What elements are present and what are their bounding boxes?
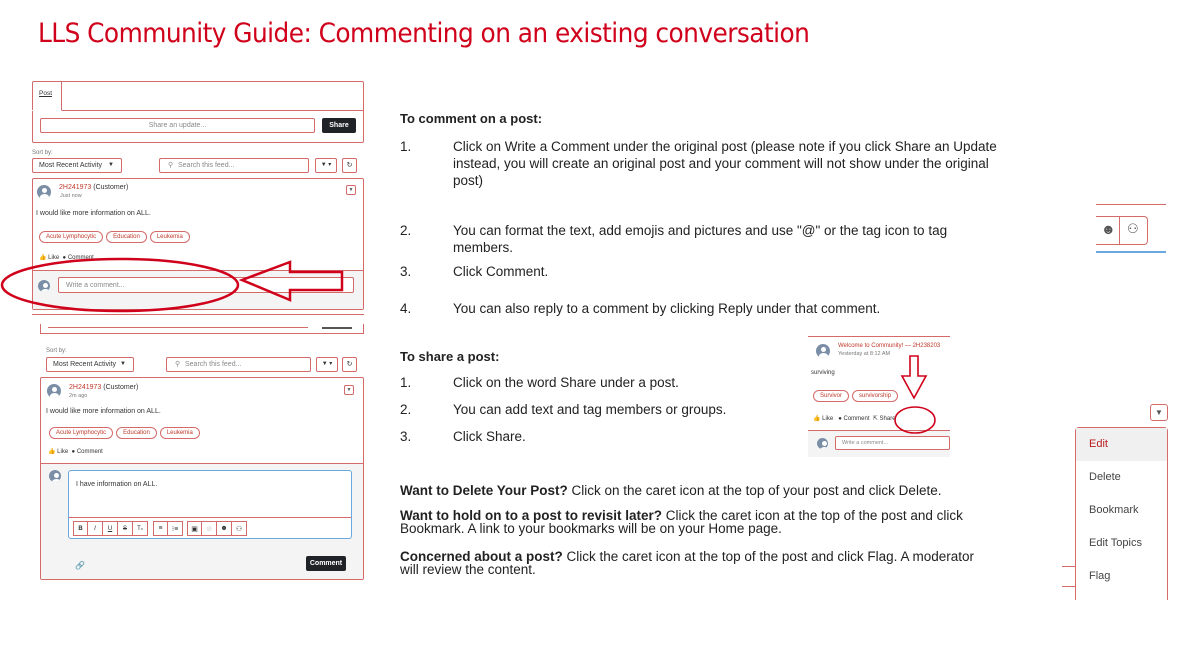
post-author: 2H241973 (Customer) (59, 184, 129, 191)
topic-list: Acute Lymphocytic Education Leukemia (49, 427, 203, 439)
screenshot-share: Welcome to Community! — 2H238203 Yesterd… (808, 333, 950, 457)
numbered-list-button[interactable]: ⁝≡ (168, 521, 183, 536)
share-ellipse (894, 406, 936, 434)
chevron-down-icon: ▼ (120, 361, 126, 367)
search-icon: ⚲ (175, 361, 181, 368)
menu-item-edit[interactable]: Edit (1076, 428, 1167, 461)
sort-label: Sort by: (32, 150, 53, 156)
italic-button[interactable]: I (88, 521, 103, 536)
tab-post-label: Post (39, 90, 53, 97)
toolbar-group-insert: ▣ ⊘ ☻ ⚇ (187, 521, 247, 536)
sort-label: Sort by: (46, 348, 67, 354)
underline-button[interactable]: U (103, 521, 118, 536)
post-caret-button[interactable]: ▼ (346, 185, 356, 195)
menu-item-delete[interactable]: Delete (1076, 461, 1167, 494)
strikethrough-button[interactable]: S (118, 521, 133, 536)
comment-bubble-icon: ● (71, 449, 76, 455)
caret-menu: Edit Delete Bookmark Edit Topics Flag (1075, 427, 1168, 600)
comment-submit-button[interactable]: Comment (306, 556, 346, 571)
tab-post[interactable]: Post (32, 81, 62, 111)
filter-button[interactable]: ▼ ▾ (315, 158, 337, 173)
commenter-avatar (49, 470, 61, 482)
tip-bookmark: Want to hold on to a post to revisit lat… (400, 508, 963, 536)
menu-item-edit-topics[interactable]: Edit Topics (1076, 527, 1167, 560)
sort-dropdown[interactable]: Most Recent Activity ▼ (32, 158, 122, 173)
caret-down-icon: ▼ (346, 387, 352, 393)
topic-pill[interactable]: Leukemia (159, 427, 200, 439)
link-button[interactable]: ⊘ (202, 521, 217, 536)
share-annotation (894, 355, 936, 434)
tip-delete: Want to Delete Your Post? Click on the c… (400, 483, 942, 498)
refresh-button[interactable]: ↻ (342, 357, 357, 372)
post-caret-button[interactable]: ▼ (344, 385, 354, 395)
clear-format-button[interactable]: Tx (133, 521, 148, 536)
comment-heading: To comment on a post: (400, 111, 543, 126)
caret-down-icon: ▼ (1155, 408, 1163, 417)
filter-button[interactable]: ▼ ▾ (316, 357, 338, 372)
search-icon: ⚲ (168, 162, 174, 169)
arrow-down-icon (900, 355, 928, 400)
page-title: LLS Community Guide: Commenting on an ex… (38, 18, 810, 49)
menu-item-flag[interactable]: Flag (1076, 560, 1167, 593)
post-time: Just now (60, 193, 82, 199)
share-heading: To share a post: (400, 349, 500, 364)
emoji-tag-crop: ☻ ⚇ (1096, 204, 1166, 254)
refresh-button[interactable]: ↻ (342, 158, 357, 173)
filter-icon: ▼ ▾ (321, 361, 333, 367)
post-body: I would like more information on ALL. (46, 408, 161, 415)
highlight-annotation (0, 257, 344, 313)
sort-dropdown[interactable]: Most Recent Activity ▼ (46, 357, 134, 372)
chevron-down-icon: ▼ (108, 162, 114, 168)
divider (32, 314, 364, 315)
cut-publisher-box (40, 324, 364, 334)
comment-editor[interactable]: I have information on ALL. B I U S Tx ≡ … (68, 470, 352, 539)
author-link[interactable]: 2H241973 (59, 184, 91, 191)
comment-action-button[interactable]: ● Comment (72, 449, 103, 455)
post-caret-menu-crop: ▼ Edit Delete Bookmark Edit Topics Flag (1062, 400, 1200, 600)
bullet-list-button[interactable]: ≡ (153, 521, 168, 536)
arrow-left-icon (238, 260, 344, 302)
highlight-ellipse (0, 257, 240, 313)
toolbar-group-format: B I U S Tx (73, 521, 148, 536)
search-feed-input[interactable]: ⚲ Search this feed... (166, 357, 311, 372)
post-body: I would like more information on ALL. (36, 210, 151, 217)
menu-item-bookmark[interactable]: Bookmark (1076, 494, 1167, 527)
like-button[interactable]: 👍 Like (48, 449, 68, 455)
tab-underline (62, 110, 364, 111)
post-author: 2H241973 (Customer) (69, 384, 139, 391)
share-update-input[interactable]: Share an update... (40, 118, 315, 133)
topic-pill[interactable]: Education (116, 427, 157, 439)
mention-icon: ⚇ (1127, 221, 1139, 236)
image-button[interactable]: ▣ (187, 521, 202, 536)
post-time: 2m ago (69, 393, 88, 399)
cut-button-line (322, 327, 352, 329)
bg-line (1062, 566, 1076, 567)
emoji-button[interactable]: ☻ (217, 521, 232, 536)
mention-button[interactable]: ⚇ (232, 521, 247, 536)
caret-down-icon: ▼ (348, 187, 354, 193)
author-link[interactable]: 2H241973 (69, 384, 101, 391)
editor-toolbar: B I U S Tx ≡ ⁝≡ ▣ ⊘ ☻ ⚇ (69, 517, 351, 539)
bg-line (1062, 586, 1076, 587)
thumbs-up-icon: 👍 (48, 449, 56, 455)
filter-icon: ▼ ▾ (320, 162, 332, 168)
tip-flag: Concerned about a post? Click the caret … (400, 549, 974, 577)
avatar (47, 384, 61, 398)
toolbar-group-list: ≡ ⁝≡ (153, 521, 183, 536)
cut-input-line (48, 327, 308, 328)
attachment-icon[interactable]: 🔗 (75, 561, 85, 570)
comment-text: I have information on ALL. (76, 481, 158, 488)
caret-button[interactable]: ▼ (1150, 404, 1168, 421)
post-actions: 👍 Like ● Comment (48, 448, 103, 455)
bold-button[interactable]: B (73, 521, 88, 536)
avatar (37, 185, 51, 199)
refresh-icon: ↻ (346, 162, 353, 169)
publisher-box (32, 81, 364, 143)
screenshot-comment-editor: Sort by: Most Recent Activity ▼ ⚲ Search… (40, 324, 364, 580)
share-button[interactable]: Share (322, 118, 356, 133)
emoji-icon: ☻ (1101, 221, 1116, 237)
topic-pill[interactable]: Acute Lymphocytic (49, 427, 114, 439)
search-feed-input[interactable]: ⚲ Search this feed... (159, 158, 309, 173)
refresh-icon: ↻ (346, 361, 353, 368)
